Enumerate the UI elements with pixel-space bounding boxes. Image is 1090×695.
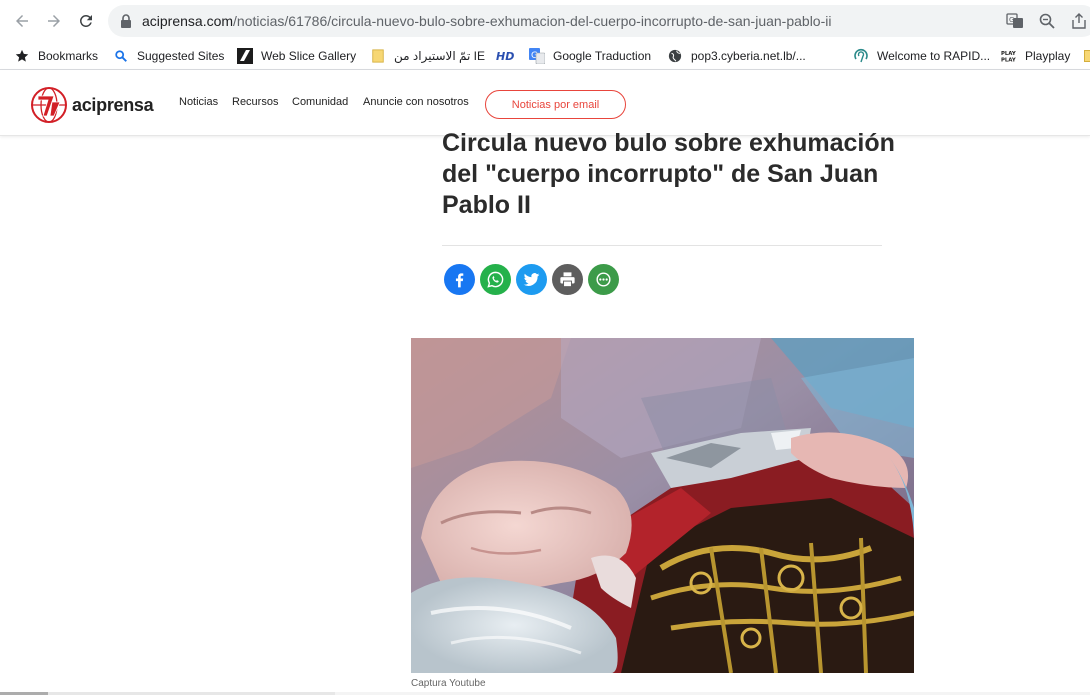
bookmark-item-ie-import[interactable]: تمّ الاستيراد من IE [370, 47, 485, 65]
globe-icon [667, 48, 683, 64]
bookmark-label: Playplay [1025, 49, 1071, 63]
url-text: aciprensa.com/noticias/61786/circula-nue… [142, 13, 831, 29]
bookmark-label: Web Slice Gallery [261, 49, 357, 63]
more-share-icon [596, 272, 611, 287]
site-logo[interactable]: aciprensa [30, 86, 154, 124]
bookmark-item-bookmarks[interactable]: Bookmarks [14, 47, 98, 65]
rapid-icon [853, 48, 869, 64]
forward-button[interactable] [38, 5, 70, 37]
bookmarks-bar: Bookmarks Suggested Sites Web Slice Gall… [0, 42, 1090, 70]
bookmark-label: Welcome to RAPID... [877, 49, 991, 63]
bookmark-item-pop3[interactable]: pop3.cyberia.net.lb/... [667, 47, 806, 65]
site-header: aciprensa Noticias Recursos Comunidad An… [0, 70, 1090, 136]
svg-text:PLAY: PLAY [1001, 51, 1016, 57]
bookmark-label: Bookmarks [38, 49, 99, 63]
bookmark-item-playplay[interactable]: PLAY PLAY Playplay [1001, 47, 1070, 65]
share-page-icon[interactable] [1070, 12, 1088, 30]
whatsapp-icon [487, 271, 504, 288]
bookmark-label: Google Traduction [553, 49, 652, 63]
bookmark-label: Suggested Sites [137, 49, 225, 63]
reload-icon [79, 14, 92, 27]
share-facebook-button[interactable] [444, 264, 475, 295]
svg-text:PLAY: PLAY [1001, 57, 1016, 63]
translate-icon[interactable]: G [1006, 12, 1024, 30]
bookmark-item-suggested-sites[interactable]: Suggested Sites [113, 47, 224, 65]
nav-recursos[interactable]: Recursos [232, 96, 278, 108]
web-slice-icon [237, 48, 253, 64]
browser-toolbar: aciprensa.com/noticias/61786/circula-nue… [0, 0, 1090, 42]
nav-anuncie[interactable]: Anuncie con nosotros [363, 96, 469, 108]
arrow-left-icon [16, 15, 28, 27]
url-domain: aciprensa.com [142, 13, 234, 29]
back-button[interactable] [6, 5, 38, 37]
zoom-icon[interactable] [1038, 12, 1056, 30]
aciprensa-logo-icon [31, 87, 67, 123]
google-translate-icon: G [529, 48, 545, 64]
newsletter-button[interactable]: Noticias por email [485, 90, 626, 119]
print-icon [560, 272, 575, 288]
arrow-right-icon [48, 15, 60, 27]
share-more-button[interactable] [588, 264, 619, 295]
article-headline: Circula nuevo bulo sobre exhumación del … [442, 129, 895, 219]
bookmark-label: تمّ الاستيراد من IE [394, 49, 486, 63]
article-photo [411, 338, 914, 673]
url-path: /noticias/61786/circula-nuevo-bulo-sobre… [233, 13, 832, 29]
share-whatsapp-button[interactable] [480, 264, 511, 295]
twitter-icon [523, 273, 540, 286]
divider [442, 245, 882, 246]
share-twitter-button[interactable] [516, 264, 547, 295]
star-icon [14, 48, 30, 64]
facebook-icon [455, 273, 464, 288]
playplay-icon: PLAY PLAY [1001, 48, 1017, 64]
bookmark-item-rapid[interactable]: Welcome to RAPID... [853, 47, 990, 65]
bookmark-item-web-slice-gallery[interactable]: Web Slice Gallery [237, 47, 356, 65]
lock-icon [121, 14, 131, 28]
reload-button[interactable] [70, 5, 102, 37]
bookmark-item-google-traduction[interactable]: G Google Traduction [529, 47, 651, 65]
logo-text: aciprensa [72, 94, 154, 115]
hd-icon: HD [496, 48, 516, 64]
print-button[interactable] [552, 264, 583, 295]
search-icon [113, 48, 129, 64]
folder-icon [370, 48, 386, 64]
nav-comunidad[interactable]: Comunidad [292, 96, 348, 108]
photo-caption: Captura Youtube [411, 678, 486, 689]
overflow-folder-icon[interactable] [1084, 50, 1090, 62]
svg-text:HD: HD [496, 50, 514, 63]
svg-text:G: G [1009, 16, 1014, 24]
bookmark-item-hd[interactable]: HD [496, 47, 516, 65]
bookmark-label: pop3.cyberia.net.lb/... [691, 49, 806, 63]
nav-noticias[interactable]: Noticias [179, 96, 218, 108]
photo-image [411, 338, 914, 673]
address-bar[interactable]: aciprensa.com/noticias/61786/circula-nue… [108, 5, 1090, 37]
